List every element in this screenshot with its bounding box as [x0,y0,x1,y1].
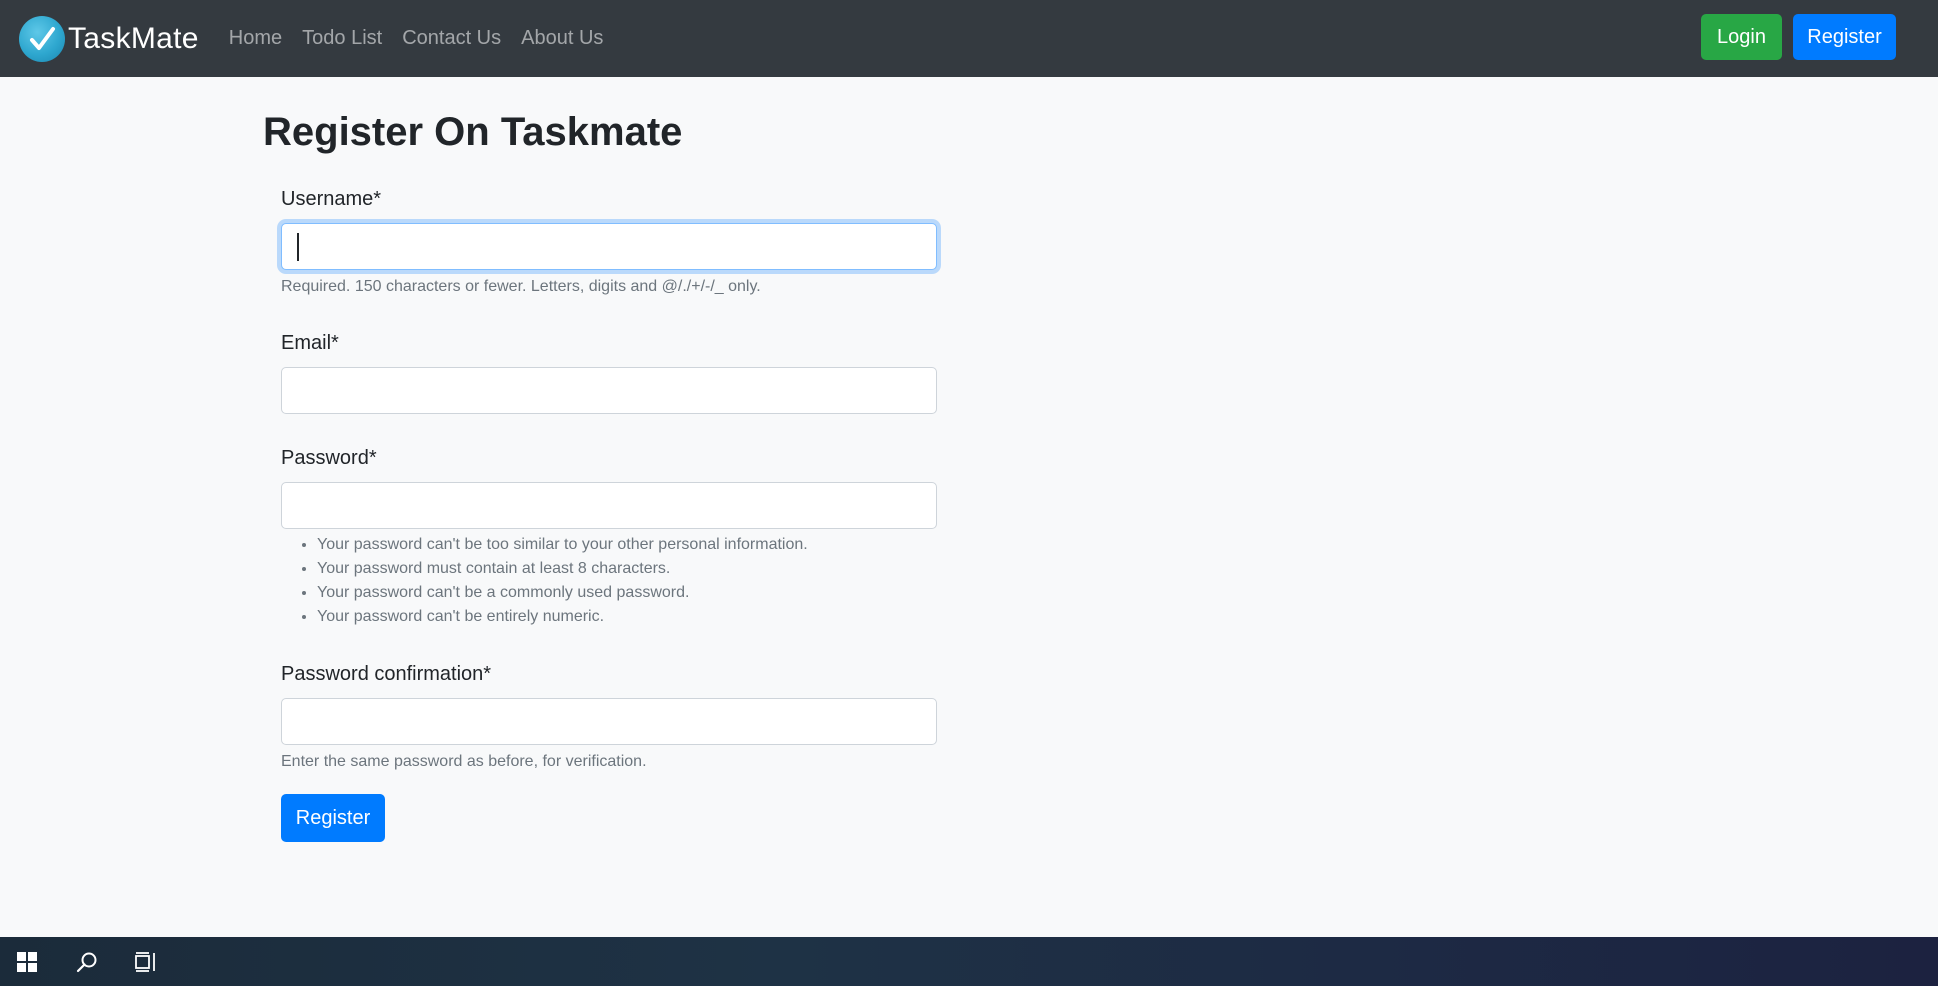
nav-links: Home Todo List Contact Us About Us [219,27,614,50]
register-submit-button[interactable]: Register [281,794,385,842]
nav-link-about-us[interactable]: About Us [521,27,603,50]
os-taskbar [0,937,1938,986]
brand-name: TaskMate [68,21,199,55]
password-requirement: Your password can't be entirely numeric. [317,605,808,629]
password-requirement: Your password must contain at least 8 ch… [317,557,808,581]
task-view-icon[interactable] [131,937,161,986]
search-icon[interactable] [72,937,102,986]
password-input[interactable] [281,482,937,529]
password-confirmation-help-text: Enter the same password as before, for v… [281,753,647,770]
password-confirmation-input[interactable] [281,698,937,745]
password-label: Password* [281,447,377,469]
nav-link-todo-list[interactable]: Todo List [302,27,382,50]
username-help-text: Required. 150 characters or fewer. Lette… [281,278,761,295]
password-confirmation-label: Password confirmation* [281,663,492,685]
nav-link-contact-us[interactable]: Contact Us [402,27,501,50]
username-label: Username* [281,188,382,210]
email-input[interactable] [281,367,937,414]
windows-start-icon[interactable] [12,937,42,986]
email-label: Email* [281,332,339,354]
nav-register-button[interactable]: Register [1793,14,1896,60]
username-input[interactable] [281,223,937,270]
top-navbar: TaskMate Home Todo List Contact Us About… [0,0,1938,77]
password-requirement: Your password can't be a commonly used p… [317,581,808,605]
text-caret [297,233,299,261]
brand-link[interactable]: TaskMate [19,15,199,62]
page-title: Register On Taskmate [263,110,683,154]
nav-link-home[interactable]: Home [229,27,282,50]
password-requirements-list: Your password can't be too similar to yo… [299,533,808,629]
checkmark-logo-icon [19,15,65,62]
auth-buttons: Login Register [1701,14,1896,60]
login-button[interactable]: Login [1701,14,1782,60]
password-requirement: Your password can't be too similar to yo… [317,533,808,557]
